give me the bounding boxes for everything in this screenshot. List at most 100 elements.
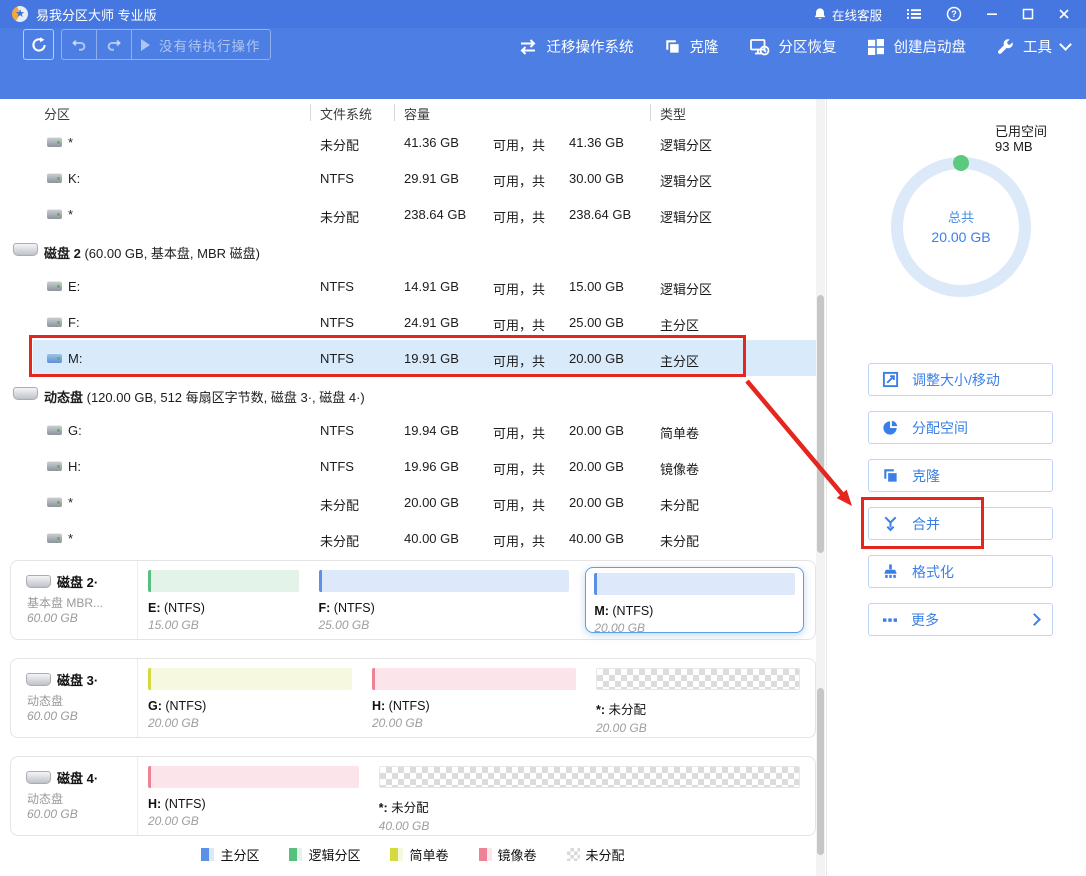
disk-icon [26, 673, 51, 686]
partition-row[interactable]: *未分配41.36 GB可用，共41.36 GB逻辑分区 [0, 124, 816, 160]
partition-row[interactable]: F:NTFS24.91 GB可用，共25.00 GB主分区 [0, 304, 816, 340]
diskmap-partition-*[interactable]: *: 未分配20.00 GB [592, 665, 804, 731]
table-scrollbar-thumb[interactable] [817, 295, 824, 553]
capacity-available: 19.94 GB [404, 423, 493, 442]
partition-name: * [68, 207, 73, 222]
panel-divider [826, 99, 827, 876]
toolbar-action-克隆[interactable]: 克隆 [664, 36, 719, 57]
toolbar-action-分区恢复[interactable]: 分区恢复 [749, 36, 837, 57]
toolbar-action-label: 分区恢复 [779, 36, 837, 57]
disk-name: 磁盘 2· [57, 572, 98, 591]
partition-filesystem: NTFS [320, 459, 354, 474]
partition-row[interactable]: G:NTFS19.94 GB可用，共20.00 GB简单卷 [0, 412, 816, 448]
toolbar-action-工具[interactable]: 工具 [996, 36, 1070, 57]
diskmap-partition-E[interactable]: E: (NTFS)15.00 GB [144, 567, 303, 633]
app-title: 易我分区大师 专业版 [36, 5, 157, 24]
toolbar-actions: 迁移操作系统 克隆 分区恢复 创建启动盘 工具 [518, 36, 1071, 57]
diskmap-legend: 主分区逻辑分区简单卷镜像卷未分配 [10, 845, 816, 864]
partition-icon [47, 281, 62, 291]
diskmap-partition-M[interactable]: M: (NTFS)20.00 GB [585, 567, 804, 633]
diskmap-partition-H[interactable]: H: (NTFS)20.00 GB [368, 665, 580, 731]
partition-row[interactable]: *未分配20.00 GB可用，共20.00 GB未分配 [0, 484, 816, 520]
tools-icon [996, 38, 1014, 56]
partition-size: 15.00 GB [148, 618, 299, 632]
legend-label: 逻辑分区 [308, 845, 360, 864]
minimize-icon[interactable] [986, 8, 998, 20]
capacity-total: 238.64 GB [569, 207, 631, 226]
capacity-total: 20.00 GB [569, 495, 624, 514]
more-label: 更多 [911, 610, 939, 630]
legend-swatch [390, 848, 403, 861]
partition-row[interactable]: K:NTFS29.91 GB可用，共30.00 GB逻辑分区 [0, 160, 816, 196]
diskmap-partition-G[interactable]: G: (NTFS)20.00 GB [144, 665, 356, 731]
menu-list-icon[interactable] [906, 6, 922, 22]
disk-icon [26, 575, 51, 588]
partition-size: 25.00 GB [319, 618, 570, 632]
format-button[interactable]: 格式化 [868, 555, 1053, 588]
partition-row[interactable]: *未分配40.00 GB可用，共40.00 GB未分配 [0, 520, 816, 556]
allocate-space-button[interactable]: 分配空间 [868, 411, 1053, 444]
capacity-total: 41.36 GB [569, 135, 624, 154]
disk-group-icon [13, 387, 38, 400]
partition-icon [47, 173, 62, 183]
online-service-label: 在线客服 [832, 5, 882, 24]
merge-button[interactable]: 合并 [868, 507, 1053, 540]
toolbar-action-迁移操作系统[interactable]: 迁移操作系统 [518, 36, 634, 57]
chevron-right-icon [1028, 613, 1041, 626]
partition-bar [594, 573, 795, 595]
legend-swatch [567, 848, 580, 861]
partition-size: 20.00 GB [148, 814, 359, 828]
legend-swatch [201, 848, 214, 861]
disk-card-partitions: E: (NTFS)15.00 GBF: (NTFS)25.00 GBM: (NT… [138, 561, 810, 639]
partition-size: 40.00 GB [379, 819, 800, 833]
execute-operations-button[interactable]: 没有待执行操作 [132, 30, 270, 59]
partition-filesystem: NTFS [320, 315, 354, 330]
partition-bar [319, 570, 570, 592]
partition-row[interactable]: M:NTFS19.91 GB可用，共20.00 GB主分区 [0, 340, 816, 376]
close-icon[interactable] [1058, 8, 1070, 20]
maximize-icon[interactable] [1022, 8, 1034, 20]
partition-row[interactable]: E:NTFS14.91 GB可用，共15.00 GB逻辑分区 [0, 268, 816, 304]
toolbar-action-创建启动盘[interactable]: 创建启动盘 [867, 36, 967, 57]
capacity-separator: 可用，共 [493, 351, 569, 370]
partition-bar [148, 668, 352, 690]
partition-filesystem: NTFS [320, 171, 354, 186]
legend-item-mirror: 镜像卷 [479, 845, 537, 864]
diskmap-partition-H[interactable]: H: (NTFS)20.00 GB [144, 763, 363, 829]
disk-kind: 动态盘 [27, 790, 63, 807]
toolbar-action-label: 迁移操作系统 [547, 36, 634, 57]
more-button[interactable]: 更多 [868, 603, 1053, 636]
undo-button[interactable] [62, 30, 96, 59]
partition-row[interactable]: H:NTFS19.96 GB可用，共20.00 GB镜像卷 [0, 448, 816, 484]
diskmap-partition-*[interactable]: *: 未分配40.00 GB [375, 763, 804, 829]
redo-button[interactable] [97, 30, 131, 59]
resize-move-button[interactable]: 调整大小/移动 [868, 363, 1053, 396]
clone-icon [664, 38, 681, 55]
disk-group-row[interactable]: 磁盘 2 (60.00 GB, 基本盘, MBR 磁盘) [0, 232, 816, 268]
undo-icon [71, 37, 87, 53]
merge-label: 合并 [912, 514, 940, 534]
partition-size: 20.00 GB [596, 721, 800, 735]
help-icon[interactable]: ? [946, 6, 962, 22]
disk-name: 磁盘 3· [57, 670, 98, 689]
clone-button[interactable]: 克隆 [868, 459, 1053, 492]
partition-row[interactable]: *未分配238.64 GB可用，共238.64 GB逻辑分区 [0, 196, 816, 232]
refresh-button[interactable] [23, 29, 54, 60]
diskmap-scrollbar-thumb[interactable] [817, 688, 824, 855]
format-label: 格式化 [912, 562, 954, 582]
clone-label: 克隆 [912, 466, 940, 486]
toolbar-action-label: 创建启动盘 [894, 36, 967, 57]
disk-name: 磁盘 4· [57, 768, 98, 787]
diskmap-partition-F[interactable]: F: (NTFS)25.00 GB [315, 567, 574, 633]
partition-capacity: 29.91 GB可用，共30.00 GB [404, 171, 624, 190]
used-space-value: 93 MB [995, 139, 1033, 154]
partition-name: H: [68, 459, 81, 474]
disk-size: 60.00 GB [27, 611, 78, 625]
online-service-button[interactable]: 在线客服 [813, 5, 882, 24]
bell-icon [813, 7, 827, 21]
partition-icon [47, 353, 62, 363]
capacity-available: 19.91 GB [404, 351, 493, 370]
partition-icon [47, 461, 62, 471]
chevron-down-icon [1059, 38, 1072, 51]
disk-group-row[interactable]: 动态盘 (120.00 GB, 512 每扇区字节数, 磁盘 3·, 磁盘 4·… [0, 376, 816, 412]
